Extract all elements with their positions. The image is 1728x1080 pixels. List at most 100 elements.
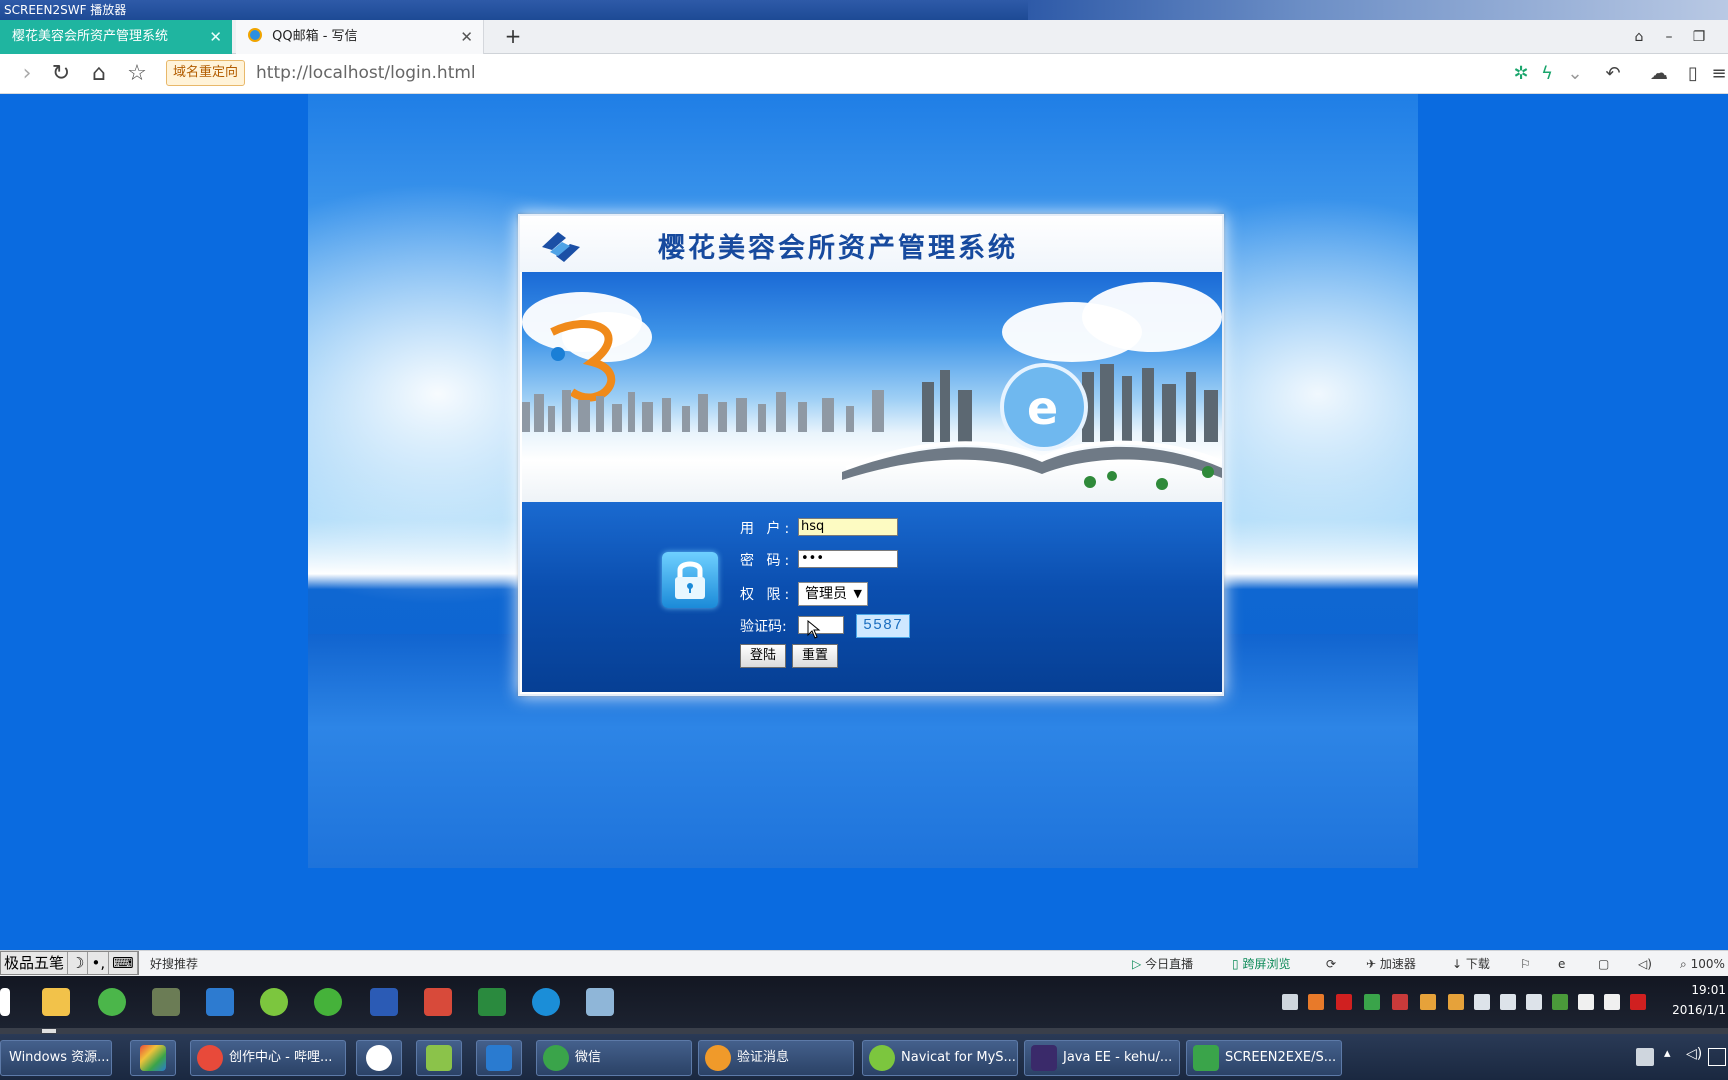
ime-toolbar[interactable]: 极品五笔 ☽ •, ⌨ <box>0 951 139 975</box>
task-windows-explorer[interactable]: Windows 资源... <box>0 1040 112 1076</box>
battery-tray-icon[interactable] <box>1474 994 1490 1010</box>
login-button[interactable]: 登陆 <box>740 644 786 668</box>
tab-login-page[interactable]: 樱花美容会所资产管理系统 ✕ <box>0 20 232 54</box>
task-list-app[interactable] <box>476 1040 522 1076</box>
favorite-star-icon[interactable]: ☆ <box>120 58 154 90</box>
dropdown-icon[interactable]: ⌄ <box>1562 60 1588 88</box>
action-center-icon[interactable] <box>1708 1048 1726 1066</box>
window-icon[interactable]: ▢ <box>1598 951 1609 977</box>
task-baidu-cloud[interactable] <box>356 1040 402 1076</box>
flag-icon[interactable]: ⚐ <box>1520 951 1531 977</box>
navicat-icon[interactable] <box>314 988 342 1016</box>
zoom-control[interactable]: ⌕ 100% <box>1680 951 1725 977</box>
cloud-tray-icon[interactable] <box>1282 994 1298 1010</box>
home-icon[interactable]: ⌂ <box>82 58 116 90</box>
task-navicat[interactable]: Navicat for MyS... <box>862 1040 1018 1076</box>
password-input[interactable]: ••• <box>798 550 898 568</box>
show-hidden-icon[interactable]: ▴ <box>1664 1046 1671 1061</box>
network-icon[interactable] <box>206 988 234 1016</box>
close-tab-icon[interactable]: ✕ <box>460 20 473 54</box>
task-app-colorful[interactable] <box>130 1040 176 1076</box>
colorful-app-icon <box>140 1045 166 1071</box>
task-screen2exe[interactable]: SCREEN2EXE/S... <box>1186 1040 1342 1076</box>
city-book-illustration: e <box>522 320 1222 490</box>
captcha-label: 验证码: <box>740 619 787 635</box>
rocket-icon: ✈ <box>1366 957 1377 971</box>
notebook-icon[interactable] <box>586 988 614 1016</box>
refresh-status-icon[interactable]: ⟳ <box>1326 951 1336 977</box>
flag-tray-icon[interactable] <box>1630 994 1646 1010</box>
folder-icon[interactable] <box>42 988 70 1016</box>
reset-button[interactable]: 重置 <box>792 644 838 668</box>
task-label: Windows 资源... <box>9 1050 110 1065</box>
accelerator-button[interactable]: ✈ 加速器 <box>1366 951 1416 977</box>
zoom-level: 100% <box>1690 957 1725 971</box>
ie-icon[interactable]: e <box>1558 951 1565 977</box>
captcha-input[interactable] <box>798 616 844 634</box>
security-tray-icon[interactable] <box>1364 994 1380 1010</box>
new-tab-button[interactable]: + <box>498 20 528 54</box>
screen2exe-icon <box>1193 1045 1219 1071</box>
task-java-ee[interactable]: Java EE - kehu/... <box>1024 1040 1180 1076</box>
excel-icon[interactable] <box>478 988 506 1016</box>
username-label: 用 户: <box>740 521 794 537</box>
browser-360-icon[interactable] <box>98 988 126 1016</box>
role-select[interactable]: 管理员 ▼ <box>798 582 868 606</box>
music-icon[interactable] <box>260 988 288 1016</box>
restore-icon[interactable]: ❐ <box>1686 20 1712 54</box>
nvidia-tray-icon[interactable] <box>1552 994 1568 1010</box>
lightning-icon[interactable]: ϟ <box>1534 60 1560 88</box>
phone-icon[interactable]: ▯ <box>1680 60 1706 88</box>
ime-name[interactable]: 极品五笔 <box>1 952 69 974</box>
menu-icon[interactable]: ≡ <box>1706 60 1728 88</box>
recommend-link[interactable]: 好搜推荐 <box>150 951 198 977</box>
svg-text:e: e <box>1027 381 1058 435</box>
moon-icon[interactable]: ☽ <box>68 952 89 974</box>
task-verify-message[interactable]: 验证消息 <box>698 1040 854 1076</box>
photo-app-icon[interactable] <box>152 988 180 1016</box>
captcha-image[interactable]: 5587 <box>856 614 910 638</box>
list-app-icon <box>486 1045 512 1071</box>
forward-icon[interactable]: › <box>10 58 44 90</box>
close-tab-icon[interactable]: ✕ <box>209 20 222 54</box>
browser-status-bar: 极品五笔 ☽ •, ⌨ 好搜推荐 ▷ 今日直播 ▯ 跨屏浏览 ⟳ ✈ 加速器 ↓… <box>0 950 1728 976</box>
username-input[interactable]: hsq <box>798 518 898 536</box>
volume-icon[interactable]: ◁) <box>1638 951 1652 977</box>
live-today-button[interactable]: ▷ 今日直播 <box>1132 951 1193 977</box>
volume-tray-icon[interactable] <box>1526 994 1542 1010</box>
url-field[interactable]: http://localhost/login.html <box>256 60 476 86</box>
refresh-icon[interactable]: ↻ <box>44 58 78 90</box>
domain-redirect-badge[interactable]: 域名重定向 <box>166 60 246 86</box>
user-tray-icon[interactable] <box>1420 994 1436 1010</box>
qq-browser-icon[interactable] <box>532 988 560 1016</box>
user2-tray-icon[interactable] <box>1448 994 1464 1010</box>
wifi-tray-icon[interactable] <box>1500 994 1516 1010</box>
keyboard-tray-icon[interactable] <box>1636 1048 1654 1066</box>
taskbar-scroll-thumb[interactable] <box>42 1029 56 1033</box>
undo-icon[interactable]: ↶ <box>1600 60 1626 88</box>
tab-qq-mail[interactable]: QQ邮箱 - 写信 ✕ <box>236 20 484 54</box>
tray-app-icon[interactable] <box>1308 994 1324 1010</box>
task-bilibili[interactable]: 创作中心 - 哔哩... <box>190 1040 346 1076</box>
live-today-label: 今日直播 <box>1145 957 1194 971</box>
shirt-icon[interactable]: ⌂ <box>1626 20 1652 54</box>
download-button[interactable]: ↓ 下载 <box>1452 951 1490 977</box>
cloud-icon[interactable]: ☁ <box>1646 60 1672 88</box>
cross-screen-button[interactable]: ▯ 跨屏浏览 <box>1232 951 1290 977</box>
punctuation-icon[interactable]: •, <box>88 952 110 974</box>
task-wechat[interactable]: 微信 <box>536 1040 692 1076</box>
record-tray-icon[interactable] <box>1392 994 1408 1010</box>
minimize-icon[interactable]: – <box>1656 20 1682 54</box>
speaker-tray-icon[interactable]: ◁) <box>1686 1046 1702 1062</box>
adobe-tray-icon[interactable] <box>1336 994 1352 1010</box>
word-icon[interactable] <box>370 988 398 1016</box>
keyboard-icon[interactable]: ⌨ <box>109 952 138 974</box>
toolbox-icon[interactable] <box>424 988 452 1016</box>
lock-icon <box>662 552 718 608</box>
system-clock[interactable]: 19:01 2016/1/1 <box>1672 980 1726 1020</box>
start-icon[interactable] <box>0 988 10 1016</box>
task-notepad[interactable] <box>416 1040 462 1076</box>
message-tray-icon[interactable] <box>1578 994 1594 1010</box>
security-icon[interactable]: ✲ <box>1508 60 1534 88</box>
input-lang-tray-icon[interactable] <box>1604 994 1620 1010</box>
